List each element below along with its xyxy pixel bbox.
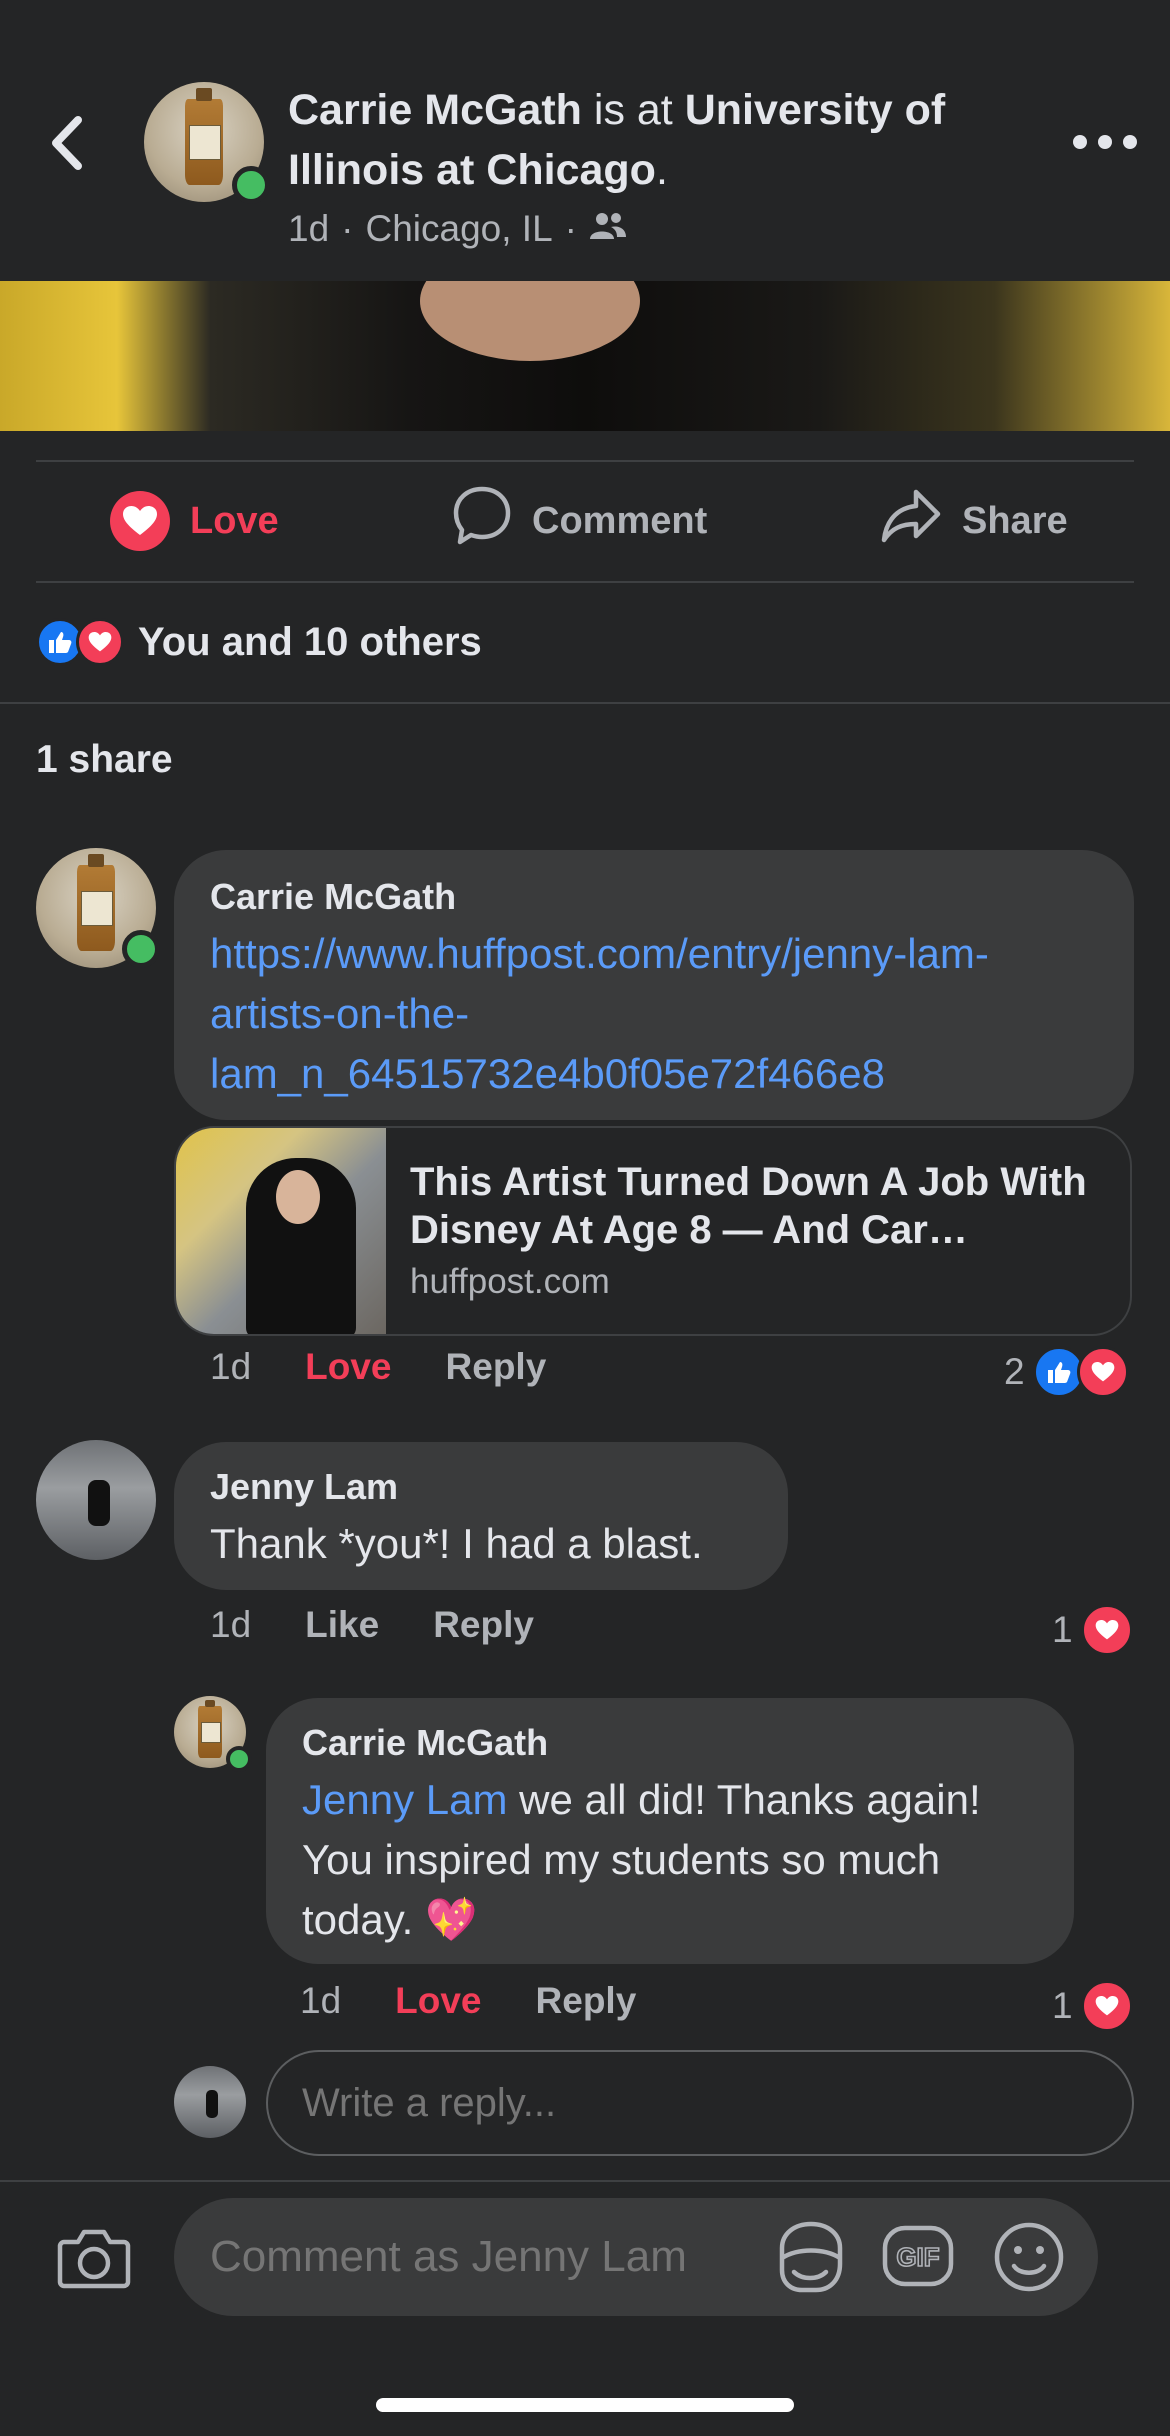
- comment-reaction-count[interactable]: 1: [1052, 1604, 1133, 1656]
- comment-like-button[interactable]: Like: [305, 1604, 379, 1646]
- link-line: https://www.huffpost.com/entry/jenny-lam…: [210, 930, 989, 977]
- love-icon: [1080, 1980, 1133, 2032]
- online-status-dot: [232, 166, 270, 204]
- divider: [36, 460, 1134, 462]
- comment-love-button[interactable]: Love: [305, 1346, 391, 1388]
- online-status-dot: [226, 1746, 252, 1772]
- comment-bubble[interactable]: Jenny Lam Thank *you*! I had a blast.: [174, 1442, 788, 1590]
- comment-reply-button[interactable]: Reply: [433, 1604, 534, 1646]
- friends-icon: [589, 208, 627, 250]
- comment-time[interactable]: 1d: [210, 1604, 251, 1646]
- home-indicator[interactable]: [376, 2398, 794, 2412]
- link-preview-title: This Artist Turned Down A Job With Disne…: [410, 1160, 1087, 1252]
- emoji-button[interactable]: [990, 2218, 1068, 2296]
- more-options-button[interactable]: [1068, 122, 1142, 162]
- comment-actions: 1d Like Reply: [210, 1604, 534, 1646]
- comment-author[interactable]: Carrie McGath: [210, 876, 1098, 918]
- comment-reply-button[interactable]: Reply: [446, 1346, 547, 1388]
- love-reaction-button[interactable]: Love: [110, 488, 279, 554]
- comment-bubble[interactable]: Carrie McGath https://www.huffpost.com/e…: [174, 850, 1134, 1120]
- reply-bubble[interactable]: Carrie McGath Jenny Lam we all did! Than…: [266, 1698, 1074, 1964]
- love-label: Love: [190, 499, 279, 542]
- camera-button[interactable]: [56, 2220, 132, 2296]
- camera-icon: [57, 2229, 131, 2289]
- share-icon: [880, 488, 942, 554]
- comment-text: Jenny Lam we all did! Thanks again! You …: [302, 1770, 1038, 1950]
- reaction-count-number: 1: [1052, 1985, 1073, 2026]
- chevron-left-icon: [52, 116, 82, 170]
- love-icon: [1080, 1604, 1133, 1656]
- reactions-summary[interactable]: You and 10 others: [36, 612, 482, 672]
- post-photo[interactable]: [0, 281, 1170, 431]
- comment-link[interactable]: https://www.huffpost.com/entry/jenny-lam…: [210, 924, 1098, 1104]
- thumbnail-face: [276, 1170, 320, 1224]
- post-title: Carrie McGath is at University of Illino…: [288, 80, 1048, 200]
- author-avatar[interactable]: [144, 82, 270, 204]
- link-line: artists-on-the-: [210, 990, 470, 1037]
- share-count[interactable]: 1 share: [36, 738, 173, 782]
- reaction-count-number: 2: [1004, 1351, 1025, 1392]
- comment-text: Thank *you*! I had a blast.: [210, 1520, 703, 1567]
- love-icon: [76, 618, 124, 666]
- avatar-bottle-image: [76, 854, 116, 952]
- share-label: Share: [962, 499, 1068, 542]
- gif-label: GIF: [896, 2242, 939, 2272]
- comment-author[interactable]: Jenny Lam: [210, 1466, 752, 1508]
- sticker-icon: [779, 2221, 843, 2293]
- love-icon: [1076, 1346, 1129, 1398]
- comment-reply-button[interactable]: Reply: [536, 1980, 637, 2022]
- comment-author[interactable]: Carrie McGath: [302, 1722, 1038, 1764]
- is-at-text: is at: [581, 86, 685, 134]
- period-text: .: [655, 146, 668, 194]
- post-meta: 1d · Chicago, IL ·: [288, 208, 627, 250]
- comment-actions: 1d Love Reply: [300, 1980, 636, 2022]
- link-line: lam_n_64515732e4b0f05e72f466e8: [210, 1050, 885, 1097]
- divider: [0, 702, 1170, 704]
- commenter-avatar[interactable]: [36, 848, 160, 968]
- link-preview-card[interactable]: This Artist Turned Down A Job With Disne…: [174, 1126, 1132, 1336]
- divider: [36, 581, 1134, 583]
- comment-icon: [452, 485, 512, 557]
- avatar-bottle-image: [198, 1699, 222, 1758]
- comment-reaction-count[interactable]: 2: [1004, 1346, 1129, 1398]
- comment-love-button[interactable]: Love: [395, 1980, 481, 2022]
- comment-label: Comment: [532, 499, 708, 542]
- mention-link[interactable]: Jenny Lam: [302, 1776, 507, 1823]
- avatar-bottle-image: [184, 88, 224, 186]
- gif-button[interactable]: GIF: [880, 2218, 956, 2294]
- avatar-figure: [88, 1480, 110, 1526]
- post-time[interactable]: 1d: [288, 208, 329, 250]
- share-button[interactable]: Share: [880, 488, 1068, 554]
- comment-actions: 1d Love Reply: [210, 1346, 546, 1388]
- reaction-count-number: 1: [1052, 1609, 1073, 1650]
- comment-input-container: GIF: [174, 2198, 1098, 2316]
- comment-input[interactable]: [210, 2198, 770, 2316]
- comment-time[interactable]: 1d: [210, 1346, 251, 1388]
- link-preview-thumbnail: [176, 1128, 386, 1334]
- commenter-avatar[interactable]: [174, 1696, 252, 1772]
- smiley-icon: [994, 2222, 1064, 2292]
- love-icon: [110, 491, 170, 551]
- reactions-count-text: You and 10 others: [138, 619, 482, 664]
- separator: ·: [341, 208, 354, 249]
- back-button[interactable]: [40, 108, 100, 178]
- gif-icon: GIF: [882, 2225, 954, 2287]
- comment-time[interactable]: 1d: [300, 1980, 341, 2022]
- ellipsis-icon: [1073, 135, 1137, 149]
- commenter-avatar[interactable]: [36, 1440, 156, 1560]
- photo-detail: [420, 281, 640, 361]
- comment-reaction-count[interactable]: 1: [1052, 1980, 1133, 2032]
- avatar-figure: [206, 2090, 218, 2118]
- current-user-avatar: [174, 2066, 246, 2138]
- comment-button[interactable]: Comment: [452, 485, 708, 557]
- separator: ·: [564, 208, 577, 249]
- author-name-link[interactable]: Carrie McGath: [288, 86, 582, 134]
- write-reply-input[interactable]: [266, 2050, 1134, 2156]
- link-preview-domain: huffpost.com: [410, 1262, 610, 1301]
- online-status-dot: [122, 930, 160, 968]
- post-location[interactable]: Chicago, IL: [365, 208, 552, 250]
- sticker-button[interactable]: [772, 2218, 850, 2296]
